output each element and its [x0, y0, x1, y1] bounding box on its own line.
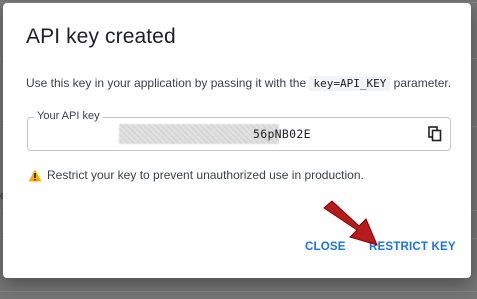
api-key-value[interactable]: 56pNB02E: [253, 127, 311, 141]
dialog-title: API key created: [26, 25, 176, 48]
restriction-warning: Restrict your key to prevent unauthorize…: [28, 168, 364, 182]
description-text: Use this key in your application by pass…: [26, 76, 310, 90]
description-code: key=API_KEY: [309, 76, 391, 91]
dialog-description: Use this key in your application by pass…: [26, 76, 452, 91]
background-divider: [0, 291, 477, 292]
warning-text: Restrict your key to prevent unauthorize…: [47, 168, 364, 182]
api-key-field[interactable]: Your API key 56pNB02E: [27, 110, 451, 151]
red-arrow-icon: [323, 200, 378, 246]
api-key-dialog: API key created Use this key in your app…: [3, 3, 471, 278]
description-text-end: parameter.: [390, 76, 452, 90]
api-key-field-label: Your API key: [34, 110, 103, 122]
warning-triangle-icon: [28, 169, 42, 181]
copy-icon[interactable]: [428, 126, 442, 142]
